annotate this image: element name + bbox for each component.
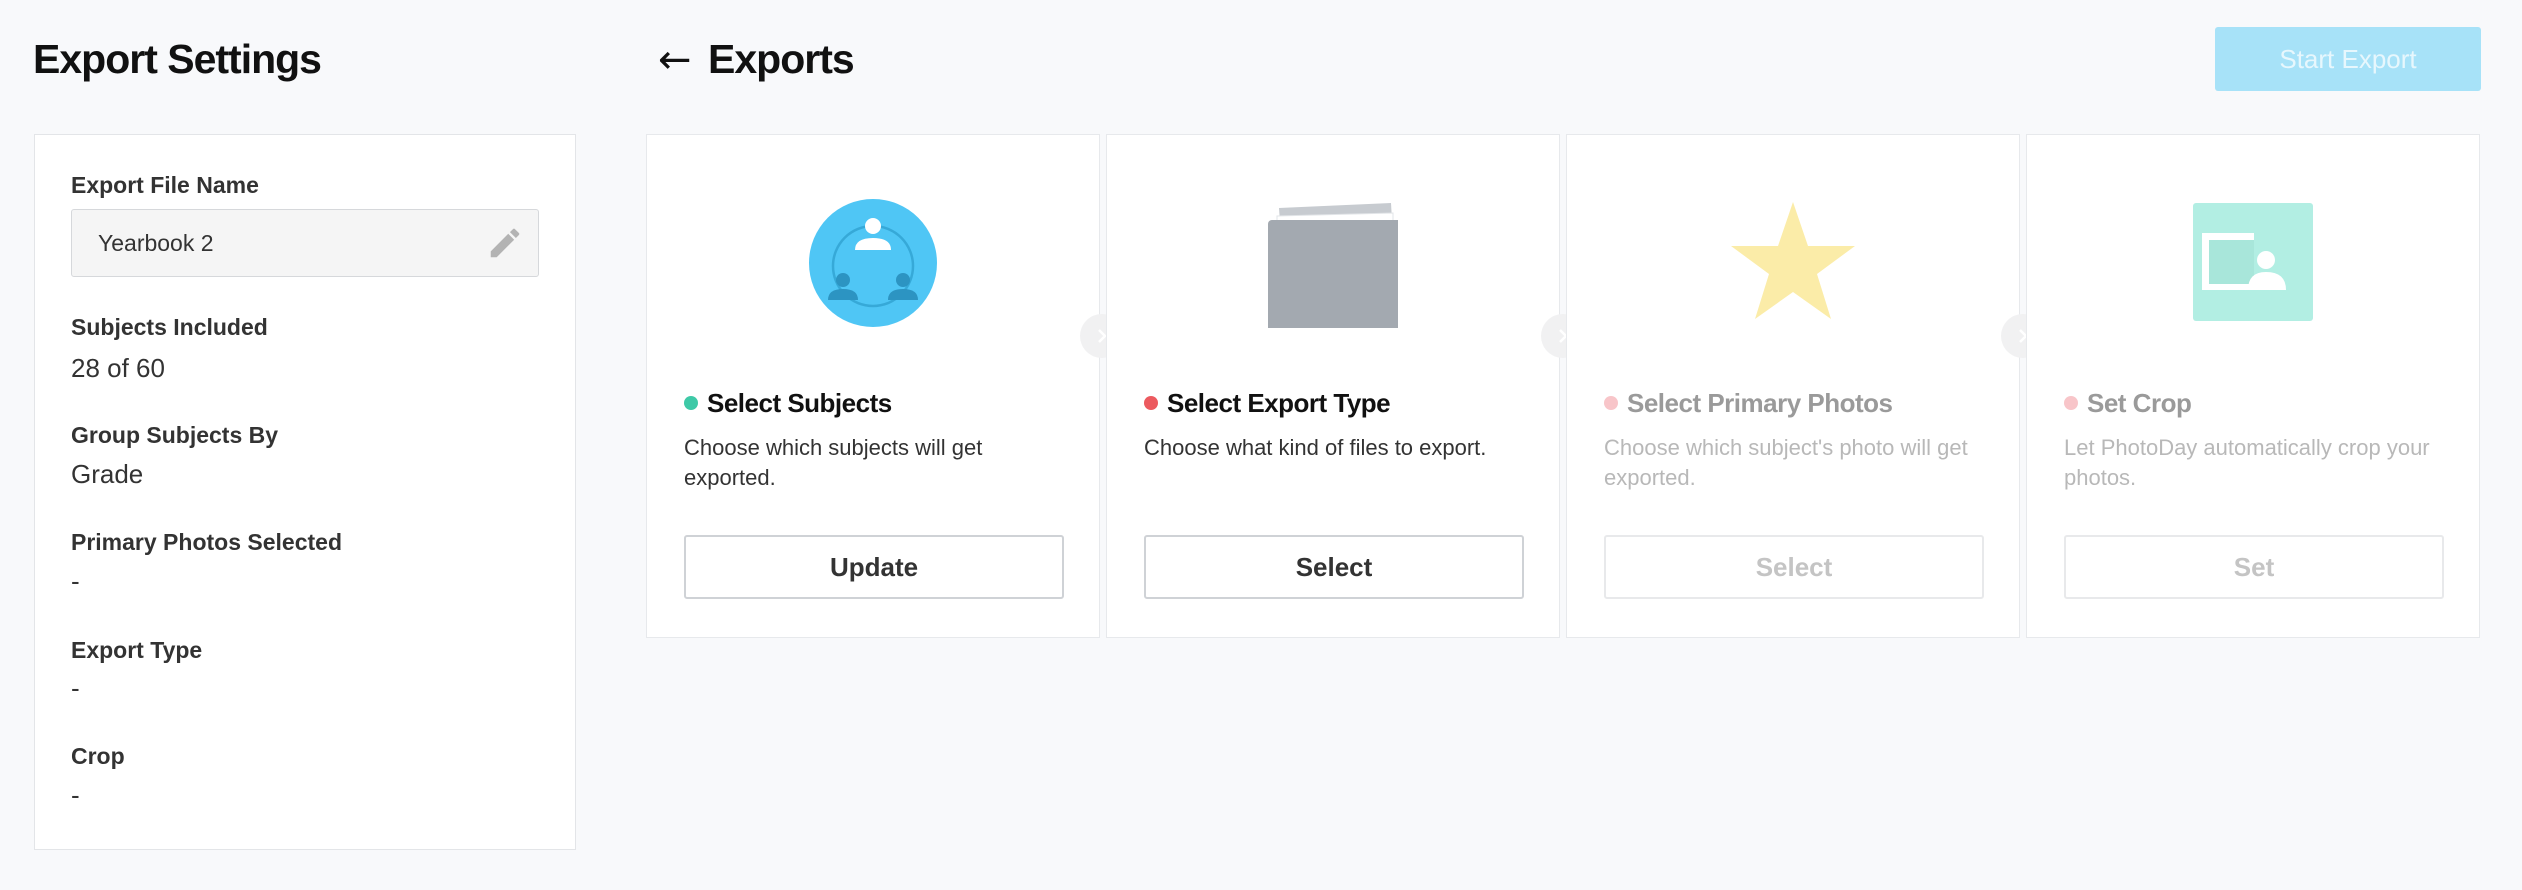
crop-label: Crop <box>71 743 125 769</box>
crop-value: - <box>71 780 80 810</box>
primary-photos-selected-label: Primary Photos Selected <box>71 529 342 555</box>
card-title-row: Set Crop <box>2064 387 2192 419</box>
card-title-row: Select Primary Photos <box>1604 387 1893 419</box>
update-subjects-button[interactable]: Update <box>684 535 1064 599</box>
page-title: Exports <box>708 36 855 82</box>
export-file-name-input[interactable] <box>72 210 472 276</box>
status-dot <box>2064 396 2078 410</box>
subjects-included-label: Subjects Included <box>71 314 268 340</box>
step-description: Choose what kind of files to export. <box>1144 435 1487 460</box>
step-card-select-subjects: Select Subjects Choose which subjects wi… <box>646 134 1100 638</box>
primary-photos-selected-value: - <box>71 566 80 596</box>
card-title-row: Select Subjects <box>684 387 892 419</box>
pencil-icon[interactable] <box>486 224 524 262</box>
step-description: Choose which subject's photo will get ex… <box>1604 435 1968 490</box>
step-title: Select Export Type <box>1167 387 1391 418</box>
crop-photo-icon <box>2193 203 2313 321</box>
step-card-select-primary-photos: Select Primary Photos Choose which subje… <box>1566 134 2020 638</box>
folder-icon <box>1268 203 1398 328</box>
step-card-set-crop: Set Crop Let PhotoDay automatically crop… <box>2026 134 2480 638</box>
set-crop-button[interactable]: Set <box>2064 535 2444 599</box>
subjects-group-icon <box>809 199 937 327</box>
export-type-label: Export Type <box>71 637 203 663</box>
back-arrow-icon[interactable]: ← <box>658 36 692 84</box>
select-export-type-button[interactable]: Select <box>1144 535 1524 599</box>
step-title: Set Crop <box>2087 387 2192 418</box>
start-export-button[interactable]: Start Export <box>2215 27 2481 91</box>
group-subjects-by-value: Grade <box>71 459 144 489</box>
step-description: Let PhotoDay automatically crop your pho… <box>2064 435 2430 490</box>
export-settings-title: Export Settings <box>33 36 322 82</box>
status-dot <box>1144 396 1158 410</box>
star-icon <box>1731 202 1855 319</box>
card-title-row: Select Export Type <box>1144 387 1391 419</box>
select-primary-photos-button[interactable]: Select <box>1604 535 1984 599</box>
group-subjects-by-label: Group Subjects By <box>71 422 279 448</box>
subjects-included-value: 28 of 60 <box>71 353 165 383</box>
status-dot <box>684 396 698 410</box>
step-description: Choose which subjects will get exported. <box>684 435 983 490</box>
step-title: Select Primary Photos <box>1627 387 1893 418</box>
status-dot <box>1604 396 1618 410</box>
export-settings-panel: Export File Name Subjects Included 28 of… <box>34 134 576 850</box>
export-file-name-label: Export File Name <box>71 172 259 198</box>
step-title: Select Subjects <box>707 387 892 418</box>
export-type-value: - <box>71 673 80 703</box>
step-card-select-export-type: Select Export Type Choose what kind of f… <box>1106 134 1560 638</box>
export-file-name-field[interactable] <box>71 209 539 277</box>
